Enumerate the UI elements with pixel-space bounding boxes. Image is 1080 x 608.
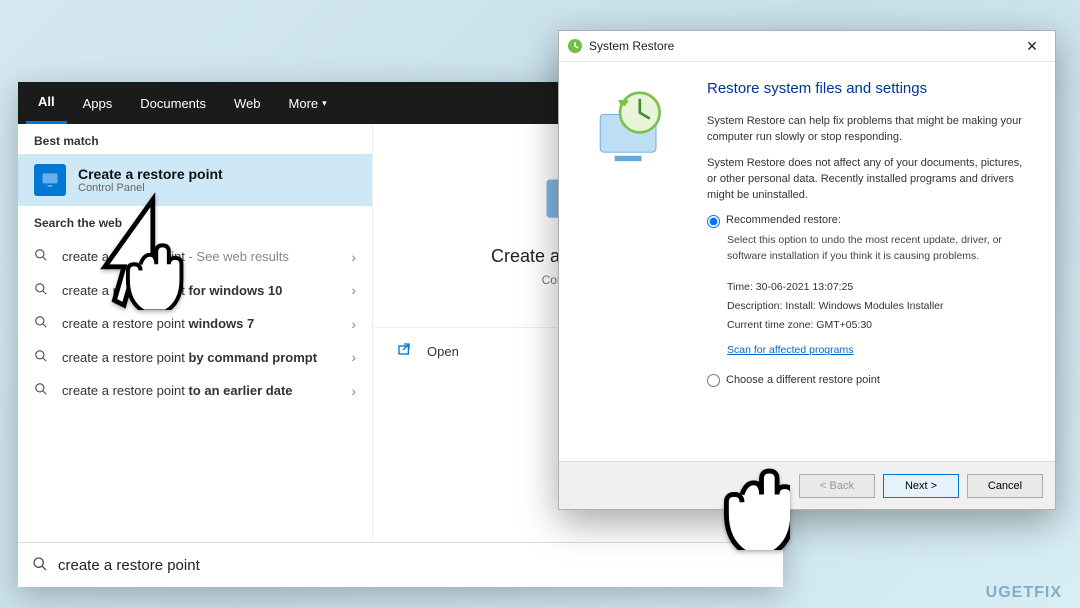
- web-result-text: create a restore point by command prompt: [62, 349, 339, 367]
- tab-more[interactable]: More▾: [277, 82, 339, 124]
- web-result-text: create a restore point windows 7: [62, 315, 339, 333]
- web-result-2[interactable]: create a restore point windows 7 ›: [18, 307, 372, 341]
- restore-content: Restore system files and settings System…: [699, 62, 1055, 461]
- open-icon: [397, 342, 413, 361]
- web-results: create a restore point - See web results…: [18, 236, 372, 412]
- restore-timezone: Current time zone: GMT+05:30: [727, 318, 1035, 333]
- restore-p1: System Restore can help fix problems tha…: [707, 114, 1035, 146]
- titlebar: System Restore ✕: [559, 31, 1055, 61]
- web-result-text: create a restore point to an earlier dat…: [62, 382, 339, 400]
- back-button[interactable]: < Back: [799, 474, 875, 498]
- search-input[interactable]: [58, 557, 769, 574]
- tab-web[interactable]: Web: [222, 82, 273, 124]
- best-match-title: Create a restore point: [78, 166, 223, 182]
- search-icon: [32, 556, 48, 575]
- best-match-item[interactable]: Create a restore point Control Panel: [18, 154, 372, 206]
- tab-all[interactable]: All: [26, 82, 67, 124]
- close-button[interactable]: ✕: [1017, 38, 1047, 55]
- search-icon: [34, 248, 50, 265]
- restore-p2: System Restore does not affect any of yo…: [707, 156, 1035, 204]
- web-result-3[interactable]: create a restore point by command prompt…: [18, 341, 372, 375]
- search-icon: [34, 282, 50, 299]
- different-restore-block: Choose a different restore point: [707, 373, 1035, 389]
- restore-description: Description: Install: Windows Modules In…: [727, 299, 1035, 314]
- search-icon: [34, 349, 50, 366]
- best-match-label: Best match: [18, 124, 372, 154]
- web-result-1[interactable]: create a restore point for windows 10 ›: [18, 274, 372, 308]
- search-web-label: Search the web: [18, 206, 372, 236]
- restore-heading: Restore system files and settings: [707, 78, 1035, 100]
- best-match-subtitle: Control Panel: [78, 182, 223, 194]
- recommended-restore-label: Recommended restore:: [726, 213, 841, 229]
- dialog-button-bar: < Back Next > Cancel: [559, 461, 1055, 509]
- chevron-right-icon: ›: [351, 249, 356, 265]
- open-label: Open: [427, 344, 459, 359]
- chevron-right-icon: ›: [351, 316, 356, 332]
- tab-documents[interactable]: Documents: [128, 82, 218, 124]
- tab-more-label: More: [289, 96, 319, 111]
- cancel-button[interactable]: Cancel: [967, 474, 1043, 498]
- window-title: System Restore: [589, 39, 674, 53]
- search-icon: [34, 382, 50, 399]
- scan-affected-link[interactable]: Scan for affected programs: [727, 344, 853, 356]
- different-restore-option[interactable]: Choose a different restore point: [707, 373, 1035, 389]
- search-results-left: Best match Create a restore point Contro…: [18, 124, 373, 542]
- recommended-restore-radio[interactable]: [707, 215, 720, 228]
- restore-info: Time: 30-06-2021 13:07:25 Description: I…: [727, 280, 1035, 359]
- system-restore-dialog: System Restore ✕ Restore system files an…: [558, 30, 1056, 510]
- chevron-right-icon: ›: [351, 282, 356, 298]
- search-input-bar: [18, 542, 783, 587]
- recommended-restore-option[interactable]: Recommended restore:: [707, 213, 1035, 229]
- web-result-text: create a restore point - See web results: [62, 248, 339, 266]
- tab-apps[interactable]: Apps: [71, 82, 125, 124]
- different-restore-label: Choose a different restore point: [726, 373, 880, 389]
- restore-icon: [567, 38, 583, 54]
- next-button[interactable]: Next >: [883, 474, 959, 498]
- restore-body: Restore system files and settings System…: [559, 61, 1055, 461]
- watermark: UGETFIX: [986, 584, 1062, 602]
- recommended-restore-desc: Select this option to undo the most rece…: [727, 233, 1035, 263]
- chevron-right-icon: ›: [351, 349, 356, 365]
- restore-time: Time: 30-06-2021 13:07:25: [727, 280, 1035, 295]
- monitor-icon: [34, 164, 66, 196]
- web-result-0[interactable]: create a restore point - See web results…: [18, 240, 372, 274]
- recommended-restore-block: Recommended restore: Select this option …: [707, 213, 1035, 358]
- chevron-right-icon: ›: [351, 383, 356, 399]
- web-result-text: create a restore point for windows 10: [62, 282, 339, 300]
- restore-sidebar-graphic: [559, 62, 699, 461]
- different-restore-radio[interactable]: [707, 374, 720, 387]
- search-icon: [34, 315, 50, 332]
- web-result-4[interactable]: create a restore point to an earlier dat…: [18, 374, 372, 408]
- chevron-down-icon: ▾: [322, 98, 327, 109]
